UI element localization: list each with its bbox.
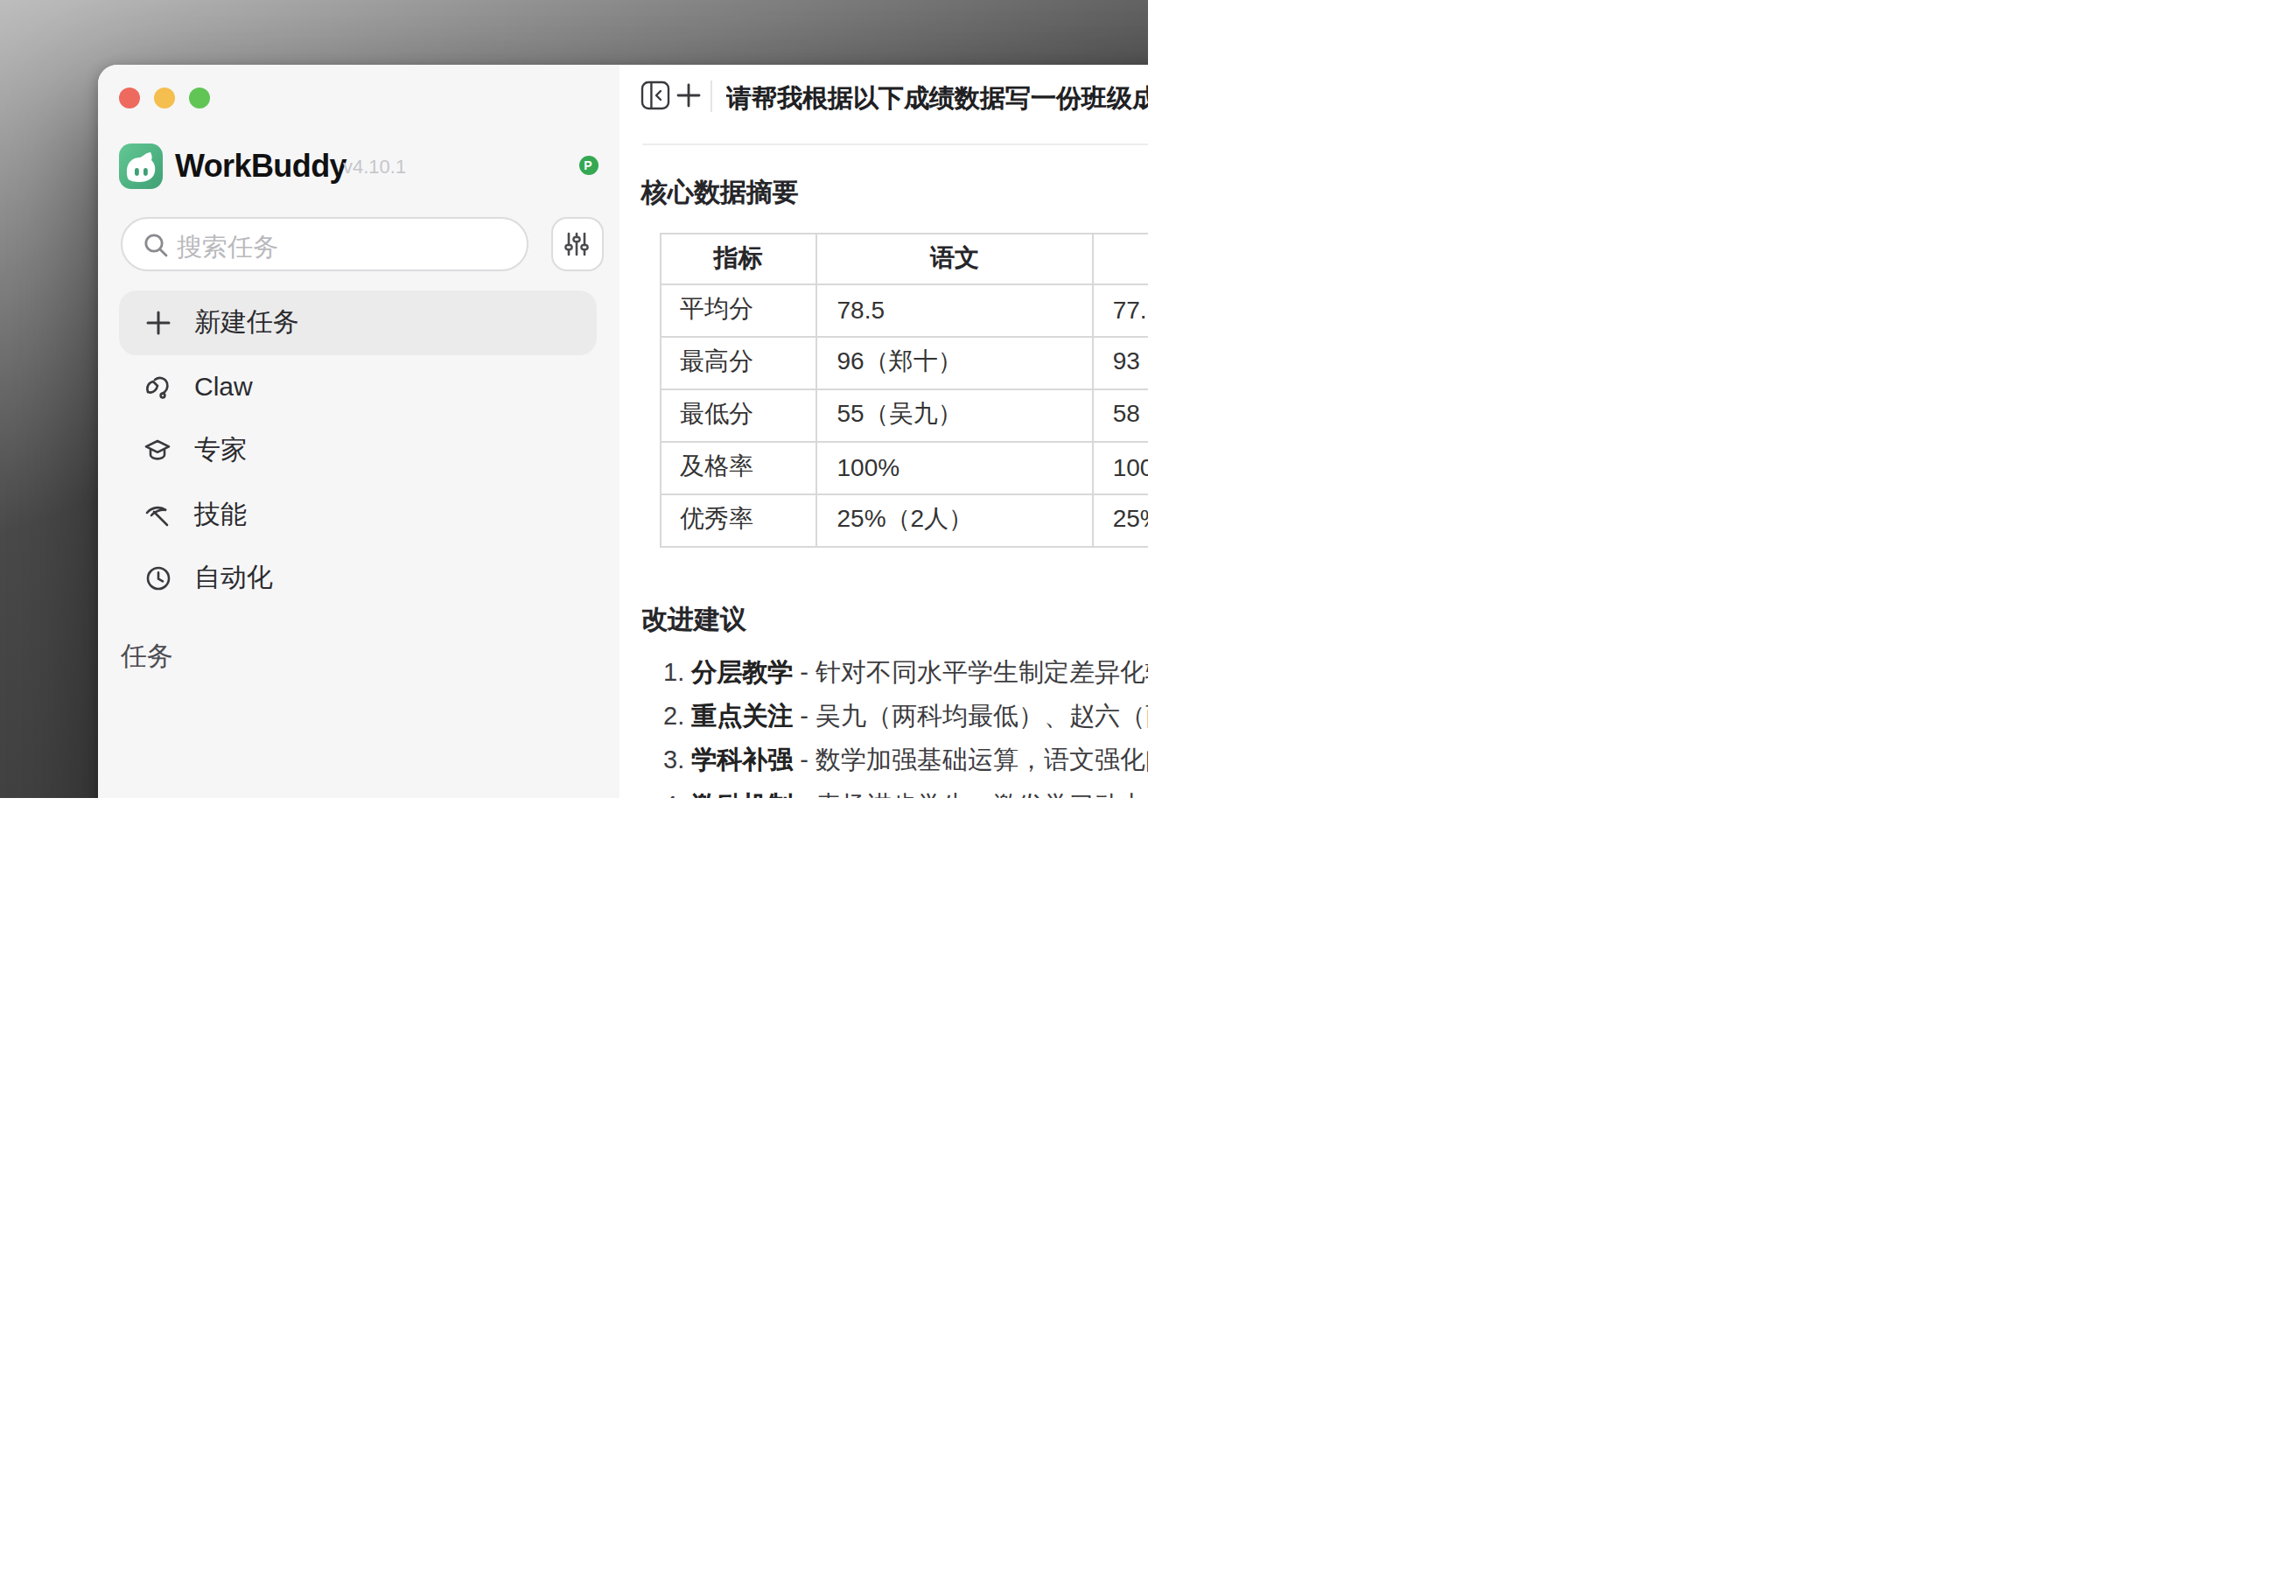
sidebar-item-new-task[interactable]: 新建任务 [119,290,597,354]
suggestion-item: 2. 重点关注 - 吴九（两科均最低）、赵六（两科低于平均） [663,695,1148,739]
clock-icon [144,564,172,592]
sidebar-item-experts[interactable]: 专家 [119,418,597,482]
suggestions-heading: 改进建议 [641,604,746,637]
sidebar-menu: 新建任务 Claw [119,290,597,611]
search-icon [144,233,168,257]
collapse-panel-icon[interactable] [640,80,669,110]
traffic-close-button[interactable] [119,88,140,108]
summary-cell: 96（郑十） [817,336,1093,388]
tasks-section-label: 任务 [121,640,173,674]
search-input[interactable]: 搜索任务 [121,217,528,271]
sidebar-item-automation[interactable]: 自动化 [119,547,597,611]
summary-cell: 78.5 [817,284,1093,336]
suggestion-item: 4. 激励机制 - 表扬进步学生，激发学习动力 [663,783,1148,798]
summary-cell: 77.1 [1093,284,1148,336]
summary-col-header: 数学 [1093,234,1148,284]
divider [641,143,1148,144]
suggestions-list: 1. 分层教学 - 针对不同水平学生制定差异化辅导计划2. 重点关注 - 吴九（… [663,650,1148,798]
new-chat-icon[interactable] [675,82,701,108]
sidebar: WorkBuddy v4.10.1 P 搜索任务 [98,65,620,798]
filter-sliders-icon [564,231,590,257]
suggestion-item: 3. 学科补强 - 数学加强基础运算，语文强化阅读写作 [663,739,1148,784]
divider [710,80,711,112]
graduation-cap-icon [144,437,172,465]
sidebar-item-label: 新建任务 [194,306,299,340]
app-window: WorkBuddy v4.10.1 P 搜索任务 [98,65,1148,798]
plus-icon [144,309,172,337]
summary-cell: 100% [817,441,1093,494]
desktop-background: WorkBuddy v4.10.1 P 搜索任务 [0,0,1148,798]
summary-heading: 核心数据摘要 [641,177,799,210]
sidebar-item-skills[interactable]: 技能 [119,483,597,547]
traffic-zoom-button[interactable] [189,88,210,108]
summary-cell: 优秀率 [660,494,817,546]
summary-cell: 最高分 [660,336,817,388]
sidebar-item-label: Claw [194,372,253,402]
search-placeholder: 搜索任务 [177,231,278,264]
sidebar-item-label: 专家 [194,434,247,467]
filter-button[interactable] [550,217,603,271]
summary-cell: 58（赵六） [1093,388,1148,441]
summary-cell: 55（吴九） [817,388,1093,441]
summary-table: 指标 语文 数学 平均分78.577.1 最高分96（郑十）93（郑十） 最低分55… [659,233,1148,547]
sidebar-item-claw[interactable]: Claw [119,354,597,418]
summary-col-header: 语文 [817,234,1093,284]
app-version: v4.10.1 [343,156,406,177]
summary-cell: 25%（2人） [817,494,1093,546]
app-logo [118,143,162,188]
summary-cell: 平均分 [660,284,817,336]
sidebar-item-label: 自动化 [194,562,273,595]
summary-cell: 最低分 [660,388,817,441]
suggestion-item: 1. 分层教学 - 针对不同水平学生制定差异化辅导计划 [663,650,1148,695]
sidebar-item-label: 技能 [194,498,247,531]
chat-title: 请帮我根据以下成绩数据写一份班级成绩分析报... [726,82,1148,116]
summary-col-header: 指标 [660,234,817,284]
summary-cell: 及格率 [660,441,817,494]
summary-cell: 25%（2人） [1093,494,1148,546]
summary-cell: 100% [1093,441,1148,494]
app-name: WorkBuddy [175,149,346,186]
traffic-minimize-button[interactable] [154,88,175,108]
claw-icon [144,373,172,401]
chat-panel: 请帮我根据以下成绩数据写一份班级成绩分析报... 核心数据摘要 指标 语文 数学… [619,65,1148,798]
status-badge: P [578,156,598,175]
summary-cell: 93（郑十） [1093,336,1148,388]
pickaxe-icon [144,500,172,528]
